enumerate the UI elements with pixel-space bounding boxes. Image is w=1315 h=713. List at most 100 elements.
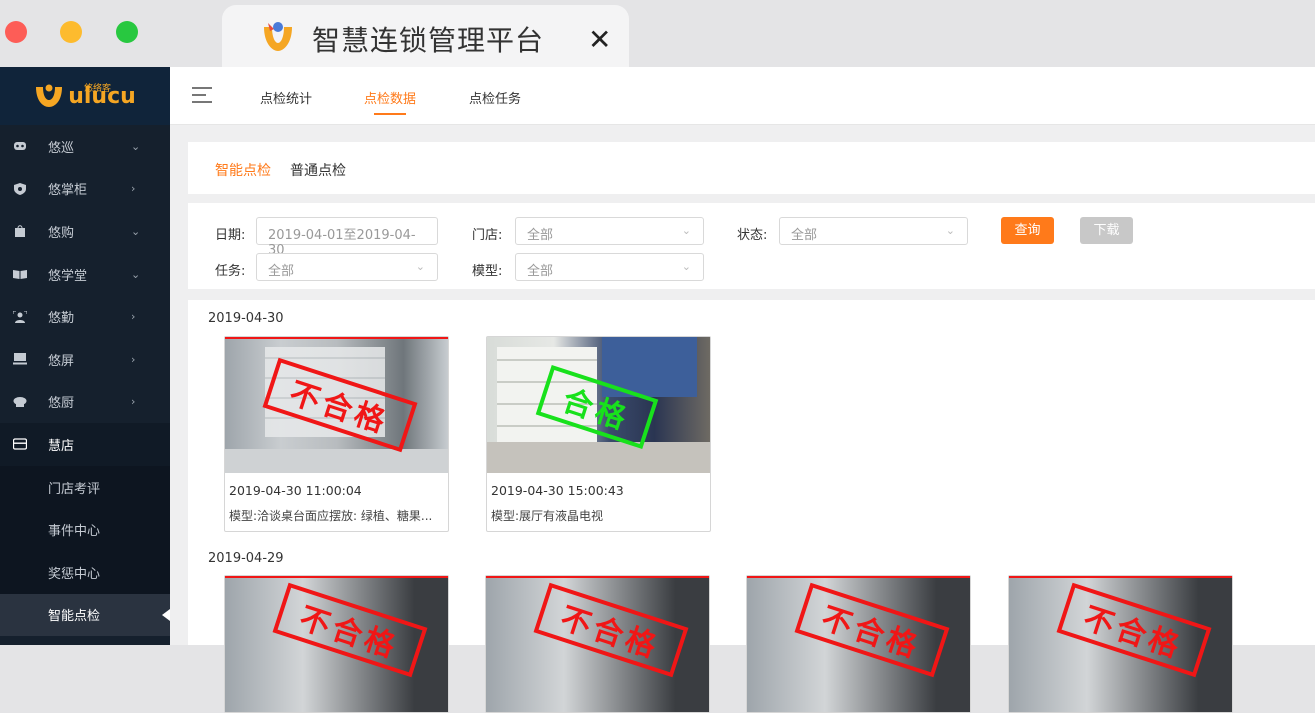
model-select-value: 全部 xyxy=(527,264,554,279)
fail-stamp: 不合格 xyxy=(533,582,689,678)
inspection-snapshot: 合格 xyxy=(487,337,710,473)
inspection-time: 2019-04-30 11:00:04 xyxy=(229,483,362,498)
inspection-card[interactable]: 不合格 2019-04-30 11:00:04 模型:洽谈桌台面应摆放: 绿植、… xyxy=(224,336,449,532)
inspection-snapshot: 不合格 xyxy=(1009,576,1232,712)
active-indicator xyxy=(162,608,170,621)
browser-chrome: 智慧连锁管理平台 ✕ xyxy=(0,0,1315,67)
fail-stamp: 不合格 xyxy=(272,582,428,678)
sidebar-subitem-event-center[interactable]: 事件中心 xyxy=(0,508,170,551)
tab-inspection-stats[interactable]: 点检统计 xyxy=(260,88,312,107)
sidebar-subitem-smart-inspection[interactable]: 智能点检 xyxy=(0,593,170,637)
tab-inspection-tasks[interactable]: 点检任务 xyxy=(469,88,521,107)
brand-sub: 悠络客 xyxy=(84,84,112,94)
top-nav-bar: 点检统计 点检数据 点检任务 xyxy=(170,67,1315,125)
sidebar-item-youxun[interactable]: 悠巡 ⌄ xyxy=(0,125,170,168)
brand-logo[interactable]: ulucu 悠络客 xyxy=(0,67,170,125)
sidebar-subitem-reward-center[interactable]: 奖惩中心 xyxy=(0,550,170,594)
person-scan-icon xyxy=(13,310,27,323)
sidebar-item-yougou[interactable]: 悠购 ⌄ xyxy=(0,210,170,253)
status-select[interactable]: 全部 ⌄ xyxy=(779,217,968,245)
model-label: 模型: xyxy=(472,264,503,279)
shopping-bag-icon xyxy=(15,225,25,238)
ulucu-logo-icon xyxy=(264,22,292,51)
menu-collapse-icon[interactable] xyxy=(192,87,212,103)
sidebar-item-youchu[interactable]: 悠厨 › xyxy=(0,381,170,424)
tab-close-icon[interactable]: ✕ xyxy=(588,23,611,56)
chevron-right-icon: › xyxy=(131,182,136,196)
task-select-value: 全部 xyxy=(268,264,295,279)
status-label: 状态: xyxy=(737,228,768,243)
window-maximize-button[interactable] xyxy=(116,21,138,43)
chevron-down-icon: ⌄ xyxy=(131,224,141,238)
inspection-card[interactable]: 合格 2019-04-30 15:00:43 模型:展厅有液晶电视 xyxy=(486,336,711,532)
sidebar-item-label: 智能点检 xyxy=(48,609,101,625)
main-content: 智能点检 普通点检 日期: 2019-04-01至2019-04-30 门店: … xyxy=(170,125,1315,713)
task-select[interactable]: 全部 ⌄ xyxy=(256,253,438,281)
status-select-value: 全部 xyxy=(791,228,818,243)
monitor-icon xyxy=(13,353,27,365)
chevron-down-icon: ⌄ xyxy=(945,224,955,237)
fail-stamp: 不合格 xyxy=(794,582,950,678)
query-button[interactable]: 查询 xyxy=(1001,217,1054,244)
date-group-header: 2019-04-29 xyxy=(208,551,284,566)
inspection-model: 模型:展厅有液晶电视 xyxy=(491,509,604,523)
chevron-down-icon: ⌄ xyxy=(131,267,141,281)
inspection-model: 模型:洽谈桌台面应摆放: 绿植、糖果... xyxy=(229,509,433,523)
chevron-down-icon: ⌄ xyxy=(131,139,141,153)
store-select[interactable]: 全部 ⌄ xyxy=(515,217,704,245)
sidebar-subitem-store-review[interactable]: 门店考评 xyxy=(0,465,170,509)
chevron-down-icon: ⌄ xyxy=(681,224,691,237)
results-panel: 2019-04-30 不合格 2019-04-30 11:00:04 模型:洽谈… xyxy=(188,300,1315,713)
sidebar-item-label: 悠勤 xyxy=(48,311,75,327)
fail-stamp: 不合格 xyxy=(1056,582,1212,678)
inspection-card[interactable]: 不合格 xyxy=(746,575,971,713)
date-range-input[interactable]: 2019-04-01至2019-04-30 xyxy=(256,217,438,258)
chevron-down-icon: ⌄ xyxy=(415,260,425,273)
brand-logo-icon xyxy=(36,84,63,107)
sidebar-item-label: 门店考评 xyxy=(48,481,101,497)
inspection-type-tabs: 智能点检 普通点检 xyxy=(188,142,1315,194)
sidebar-item-youping[interactable]: 悠屏 › xyxy=(0,338,170,381)
chevron-down-icon: ⌄ xyxy=(681,260,691,273)
chevron-right-icon: › xyxy=(131,395,136,409)
sidebar-item-youzhanggui[interactable]: 悠掌柜 › xyxy=(0,168,170,211)
sidebar-item-huidian[interactable]: 慧店 xyxy=(0,423,170,466)
tab-smart-inspection[interactable]: 智能点检 xyxy=(215,160,271,180)
sidebar-item-label: 奖惩中心 xyxy=(48,566,101,582)
window-minimize-button[interactable] xyxy=(60,21,82,43)
book-icon xyxy=(13,270,27,280)
inspection-card[interactable]: 不合格 xyxy=(1008,575,1233,713)
sidebar: ulucu 悠络客 悠巡 ⌄ 悠掌柜 › 悠购 ⌄ 悠学堂 ⌄ 悠勤 › 悠屏 … xyxy=(0,67,170,645)
sidebar-item-label: 悠巡 xyxy=(48,140,75,156)
tab-title: 智慧连锁管理平台 xyxy=(312,24,545,57)
tab-normal-inspection[interactable]: 普通点检 xyxy=(290,160,346,180)
store-label: 门店: xyxy=(472,228,503,243)
shield-icon xyxy=(14,182,26,195)
date-group-header: 2019-04-30 xyxy=(208,311,284,326)
sidebar-item-youxuetang[interactable]: 悠学堂 ⌄ xyxy=(0,253,170,296)
inspection-snapshot: 不合格 xyxy=(225,337,448,473)
sidebar-item-label: 悠掌柜 xyxy=(48,183,88,199)
inspection-snapshot: 不合格 xyxy=(747,576,970,712)
date-label: 日期: xyxy=(215,228,246,243)
sidebar-item-label: 悠学堂 xyxy=(48,268,88,284)
inspection-time: 2019-04-30 15:00:43 xyxy=(491,483,624,498)
sidebar-item-label: 悠购 xyxy=(48,225,75,241)
sidebar-item-label: 事件中心 xyxy=(48,524,101,540)
browser-tab[interactable]: 智慧连锁管理平台 ✕ xyxy=(222,5,629,67)
model-select[interactable]: 全部 ⌄ xyxy=(515,253,704,281)
inspection-snapshot: 不合格 xyxy=(486,576,709,712)
download-button[interactable]: 下载 xyxy=(1080,217,1133,244)
filter-panel: 日期: 2019-04-01至2019-04-30 门店: 全部 ⌄ 状态: 全… xyxy=(188,203,1315,289)
chevron-right-icon: › xyxy=(131,310,136,324)
sidebar-item-label: 慧店 xyxy=(48,438,75,454)
tab-inspection-data[interactable]: 点检数据 xyxy=(364,88,416,115)
chef-hat-icon xyxy=(13,396,27,407)
store-select-value: 全部 xyxy=(527,228,554,243)
inspection-card[interactable]: 不合格 xyxy=(485,575,710,713)
gamepad-icon xyxy=(14,142,26,151)
inspection-card[interactable]: 不合格 xyxy=(224,575,449,713)
window-close-button[interactable] xyxy=(5,21,27,43)
sidebar-item-youqin[interactable]: 悠勤 › xyxy=(0,295,170,338)
chevron-right-icon: › xyxy=(131,352,136,366)
